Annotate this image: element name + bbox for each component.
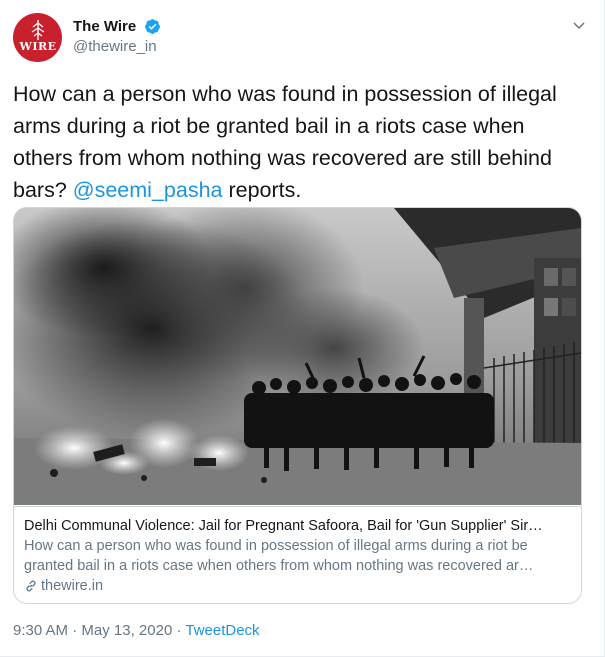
tweet-header: WIRE The Wire @thewire_in	[13, 13, 592, 63]
card-description: How can a person who was found in posses…	[24, 538, 534, 574]
card-body[interactable]: Delhi Communal Violence: Jail for Pregna…	[14, 506, 581, 603]
tweet-meta: 9:30 AM · May 13, 2020 · TweetDeck	[13, 621, 260, 641]
meta-separator: ·	[68, 622, 82, 639]
tweet-time[interactable]: 9:30 AM	[13, 622, 68, 639]
account-handle[interactable]: @thewire_in	[73, 37, 161, 57]
card-title[interactable]: Delhi Communal Violence: Jail for Pregna…	[24, 516, 571, 536]
card-domain-text: thewire.in	[41, 578, 104, 594]
avatar-logo-text: WIRE	[19, 40, 57, 53]
account-names: The Wire @thewire_in	[73, 17, 161, 57]
tweet-container: WIRE The Wire @thewire_in How can a pers…	[0, 0, 605, 657]
chevron-down-icon[interactable]	[572, 18, 586, 32]
link-card[interactable]: Delhi Communal Violence: Jail for Pregna…	[13, 207, 582, 604]
link-icon	[26, 580, 36, 592]
avatar-leaf-icon	[31, 20, 45, 40]
meta-separator: ·	[172, 622, 186, 639]
tweet-source[interactable]: TweetDeck	[185, 622, 259, 639]
tweet-text: How can a person who was found in posses…	[13, 78, 583, 206]
avatar[interactable]: WIRE	[13, 13, 62, 62]
display-name[interactable]: The Wire	[73, 17, 136, 36]
mention-link[interactable]: @seemi_pasha	[73, 178, 223, 202]
tweet-date[interactable]: May 13, 2020	[81, 622, 172, 639]
tweet-text-part: reports.	[222, 178, 302, 202]
verified-badge-icon	[144, 19, 160, 34]
card-domain[interactable]: thewire.in	[24, 576, 571, 596]
riot-scene-image	[14, 208, 581, 505]
card-image[interactable]	[14, 208, 581, 505]
